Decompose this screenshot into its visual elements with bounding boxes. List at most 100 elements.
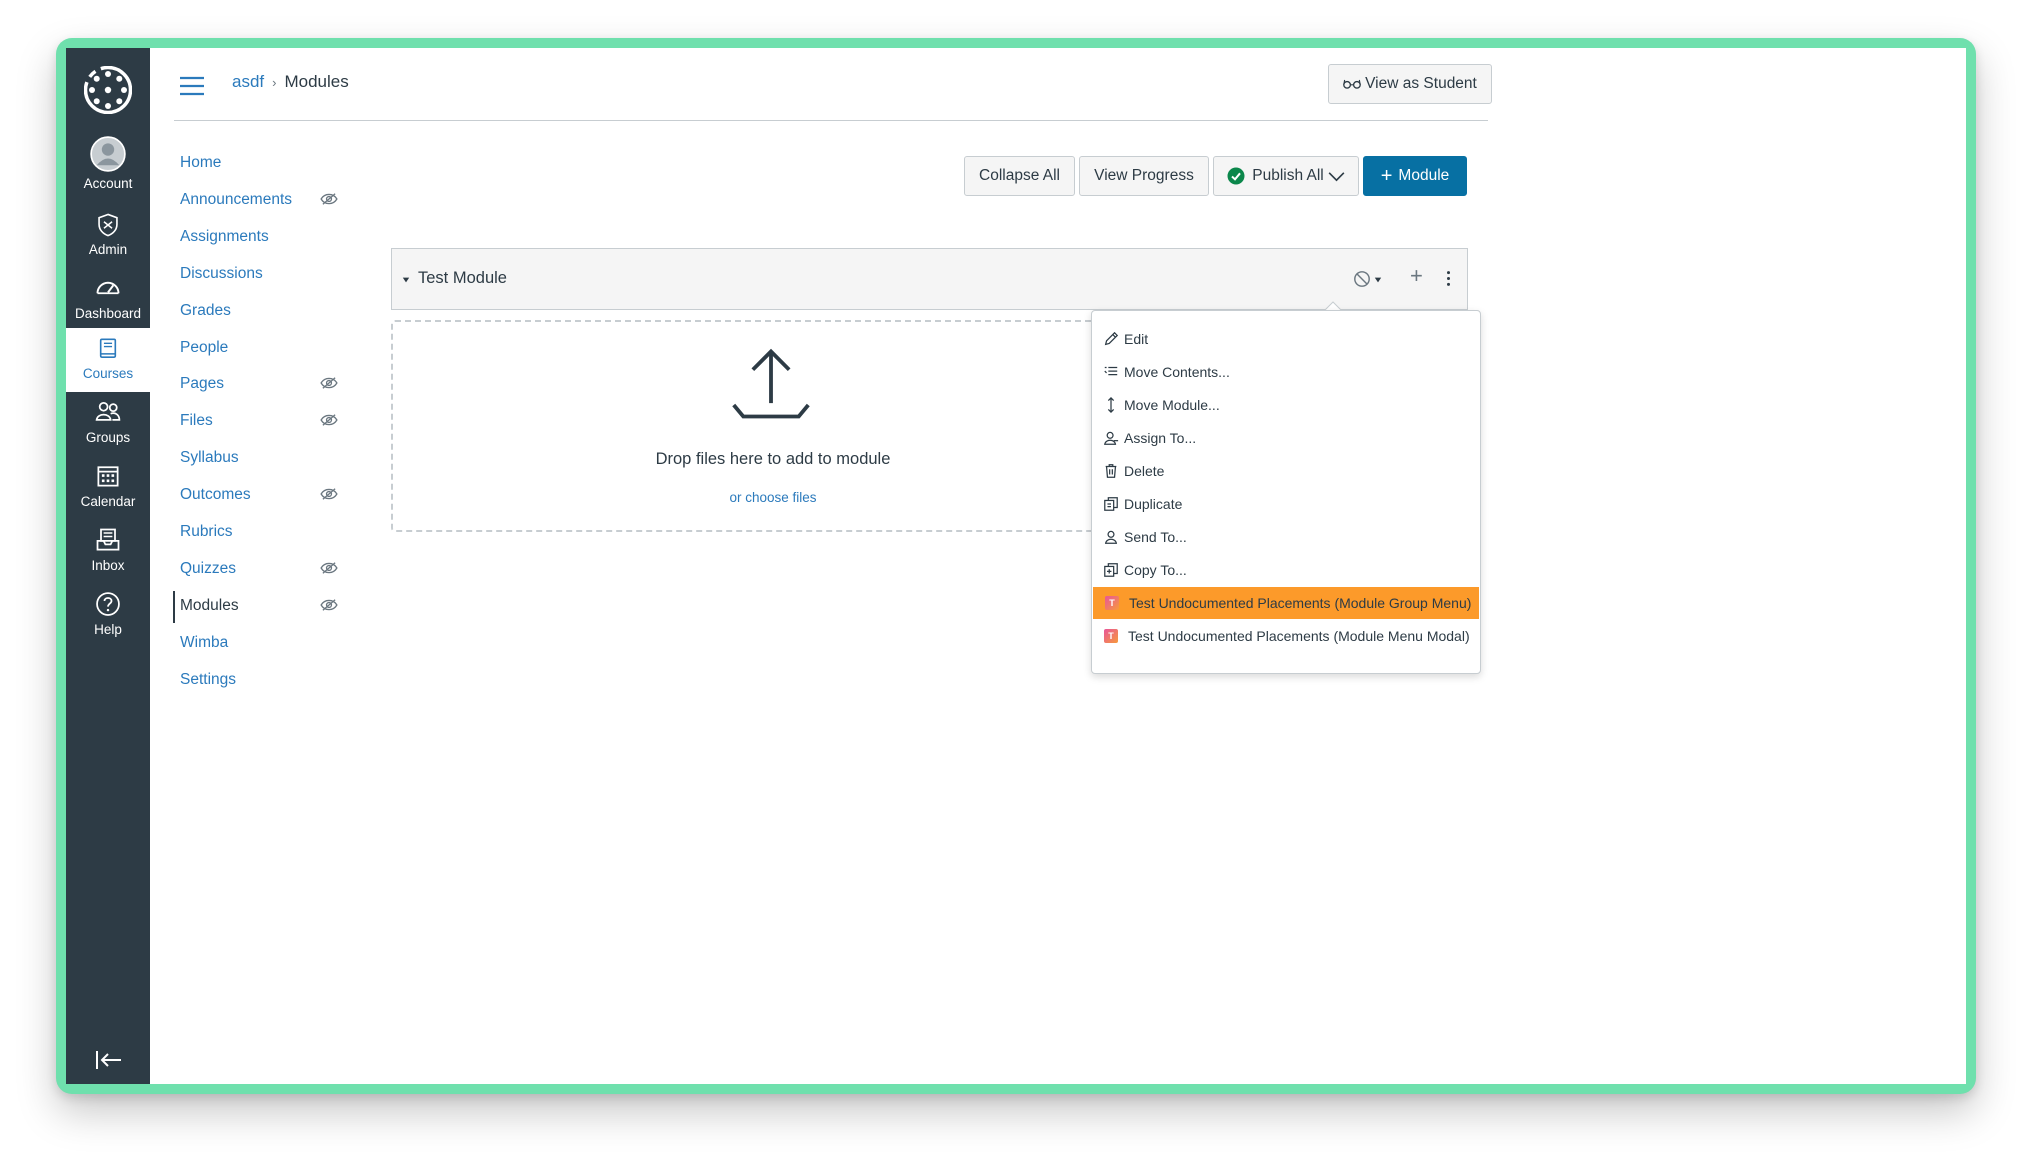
course-nav-item-rubrics[interactable]: Rubrics — [180, 523, 233, 541]
add-module-button[interactable]: + Module — [1363, 156, 1467, 196]
menu-item-label: Copy To... — [1124, 562, 1187, 578]
course-nav-item-assignments[interactable]: Assignments — [180, 228, 269, 246]
course-nav-item-modules[interactable]: Modules — [180, 597, 239, 615]
menu-item-label: Assign To... — [1124, 430, 1197, 446]
nav-account-label: Account — [83, 176, 133, 191]
nav-admin[interactable]: Admin — [66, 204, 150, 266]
hidden-from-students-icon — [320, 487, 338, 501]
course-nav-item-pages[interactable]: Pages — [180, 375, 224, 393]
menu-item-move-contents[interactable]: Move Contents... — [1092, 356, 1480, 388]
choose-files-link[interactable]: or choose files — [393, 490, 1153, 505]
course-nav-item-settings[interactable]: Settings — [180, 671, 236, 689]
menu-item-label: Test Undocumented Placements (Module Gro… — [1129, 595, 1472, 611]
menu-item-duplicate[interactable]: Duplicate — [1092, 488, 1480, 520]
collapse-all-label: Collapse All — [979, 167, 1060, 184]
hidden-from-students-icon — [320, 376, 338, 390]
unpublished-status-icon[interactable] — [1353, 270, 1371, 288]
nav-dashboard[interactable]: Dashboard — [66, 268, 150, 330]
help-icon — [96, 592, 120, 616]
nav-calendar-label: Calendar — [80, 494, 136, 509]
upload-arrow-icon — [732, 348, 810, 419]
copy-icon — [1102, 561, 1120, 579]
caret-down-icon[interactable] — [402, 276, 410, 284]
nav-help[interactable]: Help — [66, 584, 150, 646]
account-icon — [90, 136, 126, 172]
course-nav-item-home[interactable]: Home — [180, 154, 221, 172]
menu-item-delete[interactable]: Delete — [1092, 455, 1480, 487]
browser-window: Account Admin Dashboard Courses Groups C… — [66, 48, 1966, 1084]
nav-admin-label: Admin — [88, 242, 128, 257]
collapse-all-button[interactable]: Collapse All — [964, 156, 1075, 196]
menu-item-label: Delete — [1124, 463, 1165, 479]
tool-t-icon: T — [1102, 627, 1120, 645]
nav-inbox[interactable]: Inbox — [66, 520, 150, 582]
duplicate-icon — [1102, 495, 1120, 513]
view-as-student-label: View as Student — [1365, 75, 1477, 92]
view-progress-label: View Progress — [1094, 167, 1194, 184]
global-nav: Account Admin Dashboard Courses Groups C… — [66, 48, 150, 1084]
hamburger-menu-icon[interactable] — [179, 76, 205, 96]
pencil-icon — [1102, 330, 1120, 348]
course-nav-item-wimba[interactable]: Wimba — [180, 634, 228, 652]
menu-item-test-undocumented-placements-module-menu-modal[interactable]: T Test Undocumented Placements (Module Me… — [1092, 620, 1480, 652]
nav-calendar[interactable]: Calendar — [66, 456, 150, 518]
nav-groups[interactable]: Groups — [66, 392, 150, 454]
menu-item-move-module[interactable]: Move Module... — [1092, 389, 1480, 421]
menu-item-label: Duplicate — [1124, 496, 1183, 512]
module-header[interactable]: Test Module + — [391, 248, 1468, 310]
course-nav-item-quizzes[interactable]: Quizzes — [180, 560, 236, 578]
groups-icon — [95, 401, 121, 421]
kebab-menu-icon[interactable] — [1446, 270, 1451, 287]
menu-item-send-to[interactable]: Send To... — [1092, 521, 1480, 553]
file-drop-zone[interactable]: Drop files here to add to module or choo… — [391, 320, 1151, 532]
breadcrumb-course[interactable]: asdf — [232, 72, 264, 91]
drop-files-text: Drop files here to add to module — [655, 450, 891, 468]
breadcrumb-separator: › — [272, 75, 277, 90]
hidden-from-students-icon — [320, 561, 338, 575]
collapse-nav-icon[interactable] — [94, 1048, 124, 1072]
course-nav-item-grades[interactable]: Grades — [180, 302, 231, 320]
move-vertical-icon — [1102, 396, 1120, 414]
window-frame: Account Admin Dashboard Courses Groups C… — [56, 38, 1976, 1094]
nav-courses-label: Courses — [82, 366, 134, 381]
publish-all-label: Publish All — [1252, 167, 1324, 184]
view-as-student-button[interactable]: View as Student — [1328, 64, 1492, 104]
nav-help-label: Help — [94, 622, 122, 637]
inbox-icon — [96, 528, 120, 551]
nav-account[interactable]: Account — [66, 136, 150, 198]
canvas-logo-icon[interactable] — [84, 66, 132, 114]
module-title[interactable]: Test Module — [418, 269, 507, 288]
menu-item-edit[interactable]: Edit — [1092, 323, 1480, 355]
nav-dashboard-label: Dashboard — [74, 306, 142, 321]
course-nav-item-syllabus[interactable]: Syllabus — [180, 449, 239, 467]
dashboard-gauge-icon — [96, 281, 120, 295]
move-contents-icon — [1102, 363, 1120, 381]
nav-courses[interactable]: Courses — [66, 328, 150, 392]
add-item-plus-icon[interactable]: + — [1410, 265, 1423, 287]
nav-groups-label: Groups — [85, 430, 131, 445]
chevron-down-icon — [1328, 171, 1345, 181]
status-caret-down-icon[interactable] — [1374, 276, 1382, 284]
menu-item-label: Move Module... — [1124, 397, 1220, 413]
menu-item-label: Send To... — [1124, 529, 1187, 545]
publish-all-button[interactable]: Publish All — [1213, 156, 1359, 196]
menu-item-label: Move Contents... — [1124, 364, 1230, 380]
calendar-icon — [97, 466, 119, 487]
menu-item-assign-to[interactable]: Assign To... — [1092, 422, 1480, 454]
course-nav-item-discussions[interactable]: Discussions — [180, 265, 263, 283]
course-nav-item-people[interactable]: People — [180, 339, 228, 357]
published-check-icon — [1227, 167, 1245, 185]
hidden-from-students-icon — [320, 413, 338, 427]
send-user-icon — [1102, 528, 1120, 546]
menu-item-test-undocumented-placements-module-group-menu[interactable]: T Test Undocumented Placements (Module Gr… — [1093, 587, 1479, 619]
course-nav-item-announcements[interactable]: Announcements — [180, 191, 292, 209]
tool-t-icon: T — [1103, 594, 1121, 612]
course-nav-item-outcomes[interactable]: Outcomes — [180, 486, 251, 504]
trash-icon — [1102, 462, 1120, 480]
menu-item-label: Test Undocumented Placements (Module Men… — [1128, 628, 1470, 644]
menu-item-copy-to[interactable]: Copy To... — [1092, 554, 1480, 586]
admin-shield-icon — [98, 213, 118, 237]
view-progress-button[interactable]: View Progress — [1079, 156, 1209, 196]
course-nav-item-files[interactable]: Files — [180, 412, 213, 430]
header-divider — [174, 120, 1488, 121]
